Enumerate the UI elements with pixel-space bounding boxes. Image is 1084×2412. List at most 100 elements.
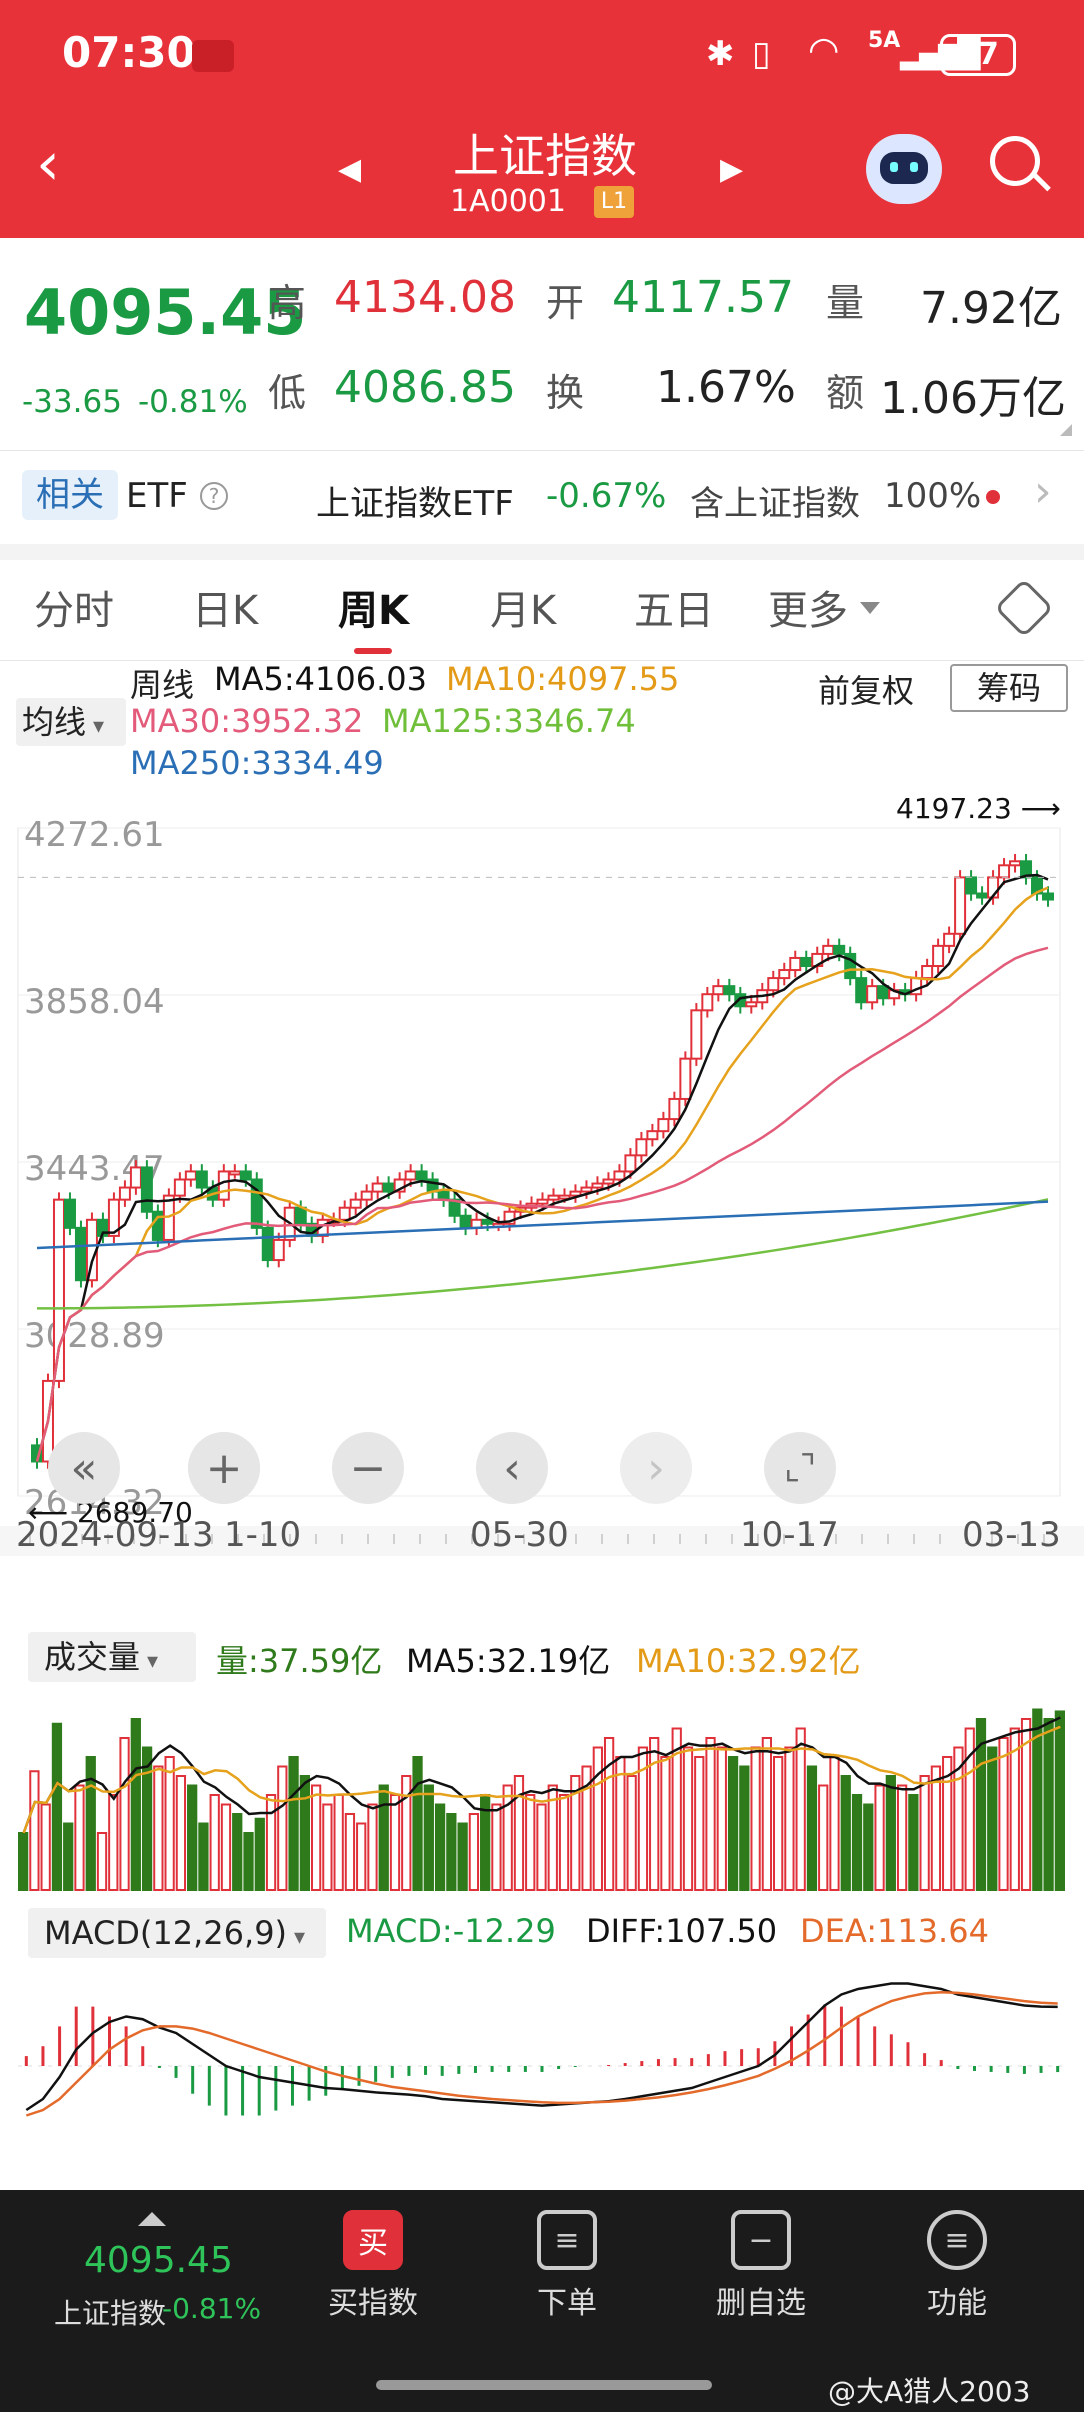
volume-bar <box>682 1746 694 1891</box>
chevron-right-icon[interactable]: › <box>1034 466 1052 517</box>
macd-dropdown[interactable]: MACD(12,26,9) ▾ <box>28 1908 326 1958</box>
candle <box>613 1170 626 1181</box>
search-icon[interactable] <box>990 136 1051 196</box>
volume-bar <box>919 1775 930 1891</box>
rewind-button[interactable]: « <box>48 1432 120 1504</box>
volume-value: 7.92亿 <box>920 283 1062 334</box>
zoom-out-button[interactable]: − <box>332 1432 404 1504</box>
volume-bar <box>356 1822 367 1891</box>
function-button[interactable]: ≡ 功能 <box>882 2210 1032 2322</box>
minus-box-icon: − <box>731 2210 791 2270</box>
volume-bar <box>446 1813 457 1891</box>
candle <box>536 1198 549 1205</box>
order-button[interactable]: ≡ 下单 <box>492 2210 642 2322</box>
volume-chart[interactable] <box>0 1682 1084 1892</box>
fullscreen-button[interactable]: ⌞⌝ <box>764 1432 836 1504</box>
remove-watchlist-button[interactable]: − 删自选 <box>686 2210 836 2322</box>
related-tag: 相关 <box>22 470 118 520</box>
volume-bar <box>119 1737 130 1891</box>
candle <box>800 956 813 968</box>
prev-stock-button[interactable]: ◀ <box>338 152 361 187</box>
volume-bar <box>536 1803 547 1891</box>
volume-bar <box>795 1727 806 1891</box>
volume-dropdown[interactable]: 成交量 ▾ <box>28 1632 196 1682</box>
tab-intraday[interactable]: 分时 <box>34 578 114 636</box>
macd-chart[interactable] <box>0 1958 1084 2180</box>
tab-weekly-k[interactable]: 周K <box>338 578 409 636</box>
y-tick-label: 3028.89 <box>24 1316 165 1356</box>
contains-label: 含上证指数 <box>690 484 860 524</box>
volume-bar <box>344 1813 356 1891</box>
volume-bar <box>434 1803 446 1891</box>
candle <box>261 1226 274 1262</box>
help-icon[interactable]: ? <box>200 482 228 510</box>
adjust-label[interactable]: 前复权 <box>818 666 914 712</box>
volume-bar <box>164 1756 175 1891</box>
tab-more[interactable]: 更多 <box>768 578 848 636</box>
candle <box>679 1057 692 1100</box>
candle <box>855 977 868 1004</box>
turnover-value: 1.67% <box>656 362 796 413</box>
volume-bar <box>63 1822 74 1891</box>
volume-bar <box>389 1794 401 1891</box>
next-stock-button[interactable]: ▶ <box>720 152 743 187</box>
volume-bar <box>660 1756 671 1891</box>
volume-bar <box>694 1756 705 1891</box>
y-tick-label: 3858.04 <box>24 982 165 1022</box>
ma125-label: MA125:3346.74 <box>382 702 636 740</box>
zoom-in-button[interactable]: + <box>188 1432 260 1504</box>
low-value: 4086.85 <box>334 362 516 413</box>
volume-bar <box>773 1756 784 1891</box>
expand-up-icon[interactable] <box>138 2212 166 2226</box>
volume-bar <box>851 1794 863 1891</box>
volume-bar <box>896 1784 908 1891</box>
volume-bar <box>806 1765 818 1891</box>
chip-button[interactable]: 筹码 <box>950 664 1068 712</box>
candlestick-chart[interactable]: 4272.613858.043443.473028.892614.324197.… <box>0 786 1084 1556</box>
candle <box>63 1198 76 1229</box>
candle <box>294 1206 307 1225</box>
candle <box>833 944 846 955</box>
ma10-label: MA10:4097.55 <box>446 660 680 698</box>
etf-name[interactable]: 上证指数ETF <box>316 476 514 525</box>
volume-bar <box>705 1737 716 1891</box>
candle <box>866 985 879 1004</box>
candle <box>789 956 802 972</box>
volume-bar <box>378 1784 389 1891</box>
remove-label: 删自选 <box>716 2286 806 2321</box>
candle <box>943 932 956 947</box>
volume-bar <box>468 1813 480 1891</box>
scroll-left-button[interactable]: ‹ <box>476 1432 548 1504</box>
candle <box>459 1214 472 1229</box>
volume-bar <box>603 1737 615 1891</box>
tab-monthly-k[interactable]: 月K <box>490 578 556 636</box>
bottom-price: 4095.45 <box>84 2240 233 2281</box>
volume-bar <box>750 1746 761 1891</box>
volume-bar <box>784 1746 795 1891</box>
candle <box>129 1166 142 1189</box>
volume-bar <box>141 1746 153 1891</box>
buy-index-button[interactable]: 买 买指数 <box>298 2210 448 2322</box>
candle <box>437 1190 450 1201</box>
settings-hex-icon[interactable] <box>994 578 1054 638</box>
volume-bar <box>626 1775 637 1891</box>
ma-dropdown[interactable]: 均线 ▾ <box>16 698 126 746</box>
y-tick-label: 4272.61 <box>24 815 165 855</box>
notification-icon <box>192 40 234 72</box>
etf-change: -0.67% <box>546 476 667 516</box>
volume-bar <box>558 1794 570 1891</box>
max-price-label: 4197.23 ⟶ <box>896 792 1061 825</box>
tab-daily-k[interactable]: 日K <box>192 578 258 636</box>
open-label: 开 <box>546 281 585 325</box>
level-badge: L1 <box>594 186 634 218</box>
volume-bar <box>716 1746 727 1891</box>
tab-five-day[interactable]: 五日 <box>634 578 714 636</box>
scroll-right-button[interactable]: › <box>620 1432 692 1504</box>
candle <box>712 985 725 996</box>
candle <box>1009 860 1022 867</box>
volume-label: 量 <box>826 281 865 325</box>
robot-assistant-icon[interactable] <box>866 134 942 204</box>
buy-label: 买指数 <box>328 2286 418 2321</box>
back-button[interactable]: ‹ <box>36 134 60 194</box>
volume-bar <box>209 1794 220 1891</box>
